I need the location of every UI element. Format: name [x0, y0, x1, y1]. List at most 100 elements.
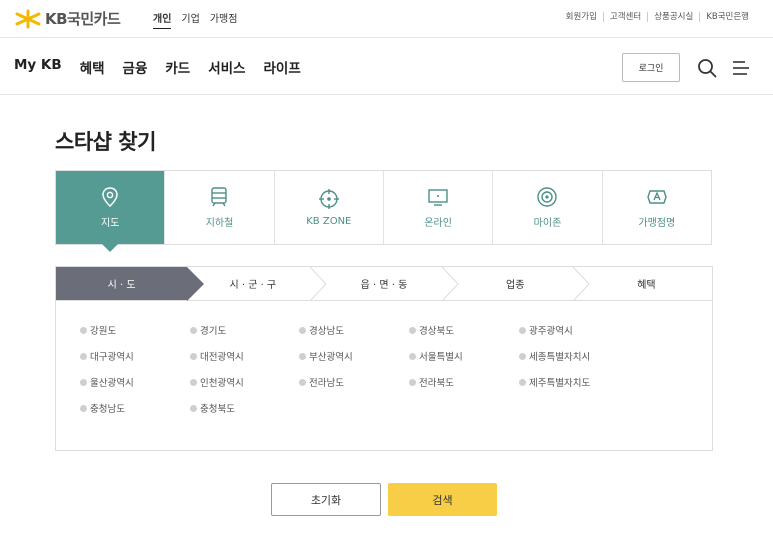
- region-option[interactable]: 서울특별시: [409, 349, 463, 363]
- radio-dot-icon: [519, 326, 526, 334]
- search-icon[interactable]: [697, 58, 717, 78]
- signup-link[interactable]: 회원가입: [560, 12, 603, 22]
- nav-benefits[interactable]: 혜택: [77, 57, 107, 77]
- region-option[interactable]: 충청북도: [190, 401, 235, 415]
- region-label: 경상남도: [309, 326, 344, 337]
- kb-bank-link[interactable]: KB국민은행: [699, 12, 755, 22]
- region-option[interactable]: 부산광역시: [299, 349, 353, 363]
- radio-dot-icon: [190, 326, 197, 334]
- step-city[interactable]: 시 · 군 · 구: [187, 267, 328, 301]
- step-city-label: 시 · 군 · 구: [229, 280, 277, 291]
- reset-button[interactable]: 초기화: [271, 483, 381, 516]
- monitor-icon: [428, 189, 448, 206]
- region-option[interactable]: 인천광역시: [190, 375, 244, 389]
- region-option[interactable]: 세종특별자치시: [519, 349, 590, 363]
- nav-card[interactable]: 카드: [165, 57, 190, 77]
- region-label: 울산광역시: [90, 378, 134, 389]
- radio-dot-icon: [299, 378, 306, 386]
- region-option[interactable]: 대전광역시: [190, 349, 244, 363]
- radio-dot-icon: [80, 352, 87, 360]
- tab-merchant[interactable]: 가맹점: [210, 10, 238, 29]
- region-option[interactable]: 경상북도: [409, 323, 454, 337]
- step-category-label: 업종: [506, 280, 525, 291]
- region-option[interactable]: 대구광역시: [80, 349, 134, 363]
- region-label: 인천광역시: [200, 378, 244, 389]
- radio-dot-icon: [299, 326, 306, 334]
- nav-service[interactable]: 서비스: [208, 57, 245, 77]
- nav-life[interactable]: 라이프: [263, 57, 300, 77]
- region-list: 강원도 경기도 경상남도 경상북도 광주광역시대구광역시 대전광역시 부산광역시 서울특별시 세…: [55, 300, 713, 451]
- tab-business[interactable]: 기업: [181, 10, 199, 29]
- region-option[interactable]: 전라북도: [409, 375, 454, 389]
- map-pin-icon: [102, 187, 118, 208]
- tab-online[interactable]: 온라인: [382, 171, 492, 244]
- radio-dot-icon: [409, 378, 416, 386]
- page-title: 스타샵 찾기: [55, 130, 156, 154]
- region-label: 세종특별자치시: [529, 352, 591, 363]
- region-label: 제주특별자치도: [529, 378, 591, 389]
- step-chevron-icon: [441, 267, 459, 301]
- store-name-icon: [647, 190, 667, 204]
- radio-dot-icon: [409, 352, 416, 360]
- region-option[interactable]: 울산광역시: [80, 375, 134, 389]
- myzone-icon: [537, 187, 558, 207]
- step-category[interactable]: 업종: [450, 267, 590, 301]
- filter-steps: 시 · 도 시 · 군 · 구 읍 · 면 · 동 업종 혜택: [55, 266, 713, 301]
- step-chevron-icon: [310, 267, 328, 301]
- search-type-tabs: 지도 지하철 KB ZONE 온라인 마이존 가맹점명: [55, 170, 712, 252]
- region-label: 서울특별시: [419, 352, 463, 363]
- product-disclosure-link[interactable]: 상품공시실: [647, 12, 699, 22]
- region-option[interactable]: 제주특별자치도: [519, 375, 590, 389]
- tab-store-name[interactable]: 가맹점명: [601, 171, 711, 244]
- region-label: 경기도: [200, 326, 227, 337]
- kb-star-icon: [15, 9, 41, 28]
- tab-map-label: 지도: [100, 218, 120, 229]
- login-button[interactable]: 로그인: [622, 53, 680, 82]
- step-town[interactable]: 읍 · 면 · 동: [318, 267, 459, 301]
- step-town-label: 읍 · 면 · 동: [360, 280, 408, 291]
- tab-online-label: 온라인: [424, 218, 452, 229]
- radio-dot-icon: [190, 404, 197, 412]
- region-label: 전라북도: [419, 378, 454, 389]
- nav-my-kb[interactable]: My KB: [14, 57, 62, 77]
- tab-kb-zone[interactable]: KB ZONE: [273, 171, 383, 244]
- region-label: 대구광역시: [90, 352, 134, 363]
- region-label: 충청북도: [200, 404, 235, 415]
- step-benefit-label: 혜택: [637, 280, 656, 291]
- step-province[interactable]: 시 · 도: [56, 267, 205, 301]
- tab-map[interactable]: 지도: [56, 171, 165, 252]
- hamburger-menu-icon[interactable]: [732, 60, 750, 76]
- region-label: 강원도: [90, 326, 117, 337]
- radio-dot-icon: [409, 326, 416, 334]
- tab-subway-label: 지하철: [205, 218, 234, 229]
- region-option[interactable]: 경기도: [190, 323, 226, 337]
- region-option[interactable]: 충청남도: [80, 401, 125, 415]
- radio-dot-icon: [190, 378, 197, 386]
- region-label: 부산광역시: [309, 352, 353, 363]
- tab-store-name-label: 가맹점명: [638, 218, 676, 229]
- step-benefit[interactable]: 혜택: [581, 267, 712, 300]
- utility-links: 회원가입 고객센터 상품공시실 KB국민은행: [560, 12, 755, 22]
- tab-myzone[interactable]: 마이존: [492, 171, 601, 244]
- search-button[interactable]: 검색: [388, 483, 497, 516]
- region-option[interactable]: 경상남도: [299, 323, 344, 337]
- brand-name: KB국민카드: [45, 10, 121, 28]
- tab-personal[interactable]: 개인: [153, 10, 172, 29]
- region-label: 충청남도: [90, 404, 125, 415]
- radio-dot-icon: [519, 352, 526, 360]
- tab-kb-zone-label: KB ZONE: [306, 216, 352, 227]
- region-option[interactable]: 전라남도: [299, 375, 344, 389]
- region-label: 경상북도: [419, 326, 454, 337]
- target-icon: [318, 189, 339, 209]
- top-bar: KB국민카드 개인 기업 가맹점 회원가입 고객센터 상품공시실 KB국민은행: [0, 0, 773, 38]
- tab-myzone-label: 마이존: [533, 218, 562, 229]
- customer-center-link[interactable]: 고객센터: [602, 12, 647, 22]
- kb-logo[interactable]: KB국민카드: [14, 8, 121, 29]
- subway-icon: [211, 187, 228, 207]
- region-option[interactable]: 광주광역시: [519, 323, 573, 337]
- tab-subway[interactable]: 지하철: [164, 171, 273, 244]
- region-label: 대전광역시: [200, 352, 244, 363]
- region-label: 전라남도: [309, 378, 344, 389]
- region-option[interactable]: 강원도: [80, 323, 116, 337]
- nav-finance[interactable]: 금융: [123, 57, 148, 77]
